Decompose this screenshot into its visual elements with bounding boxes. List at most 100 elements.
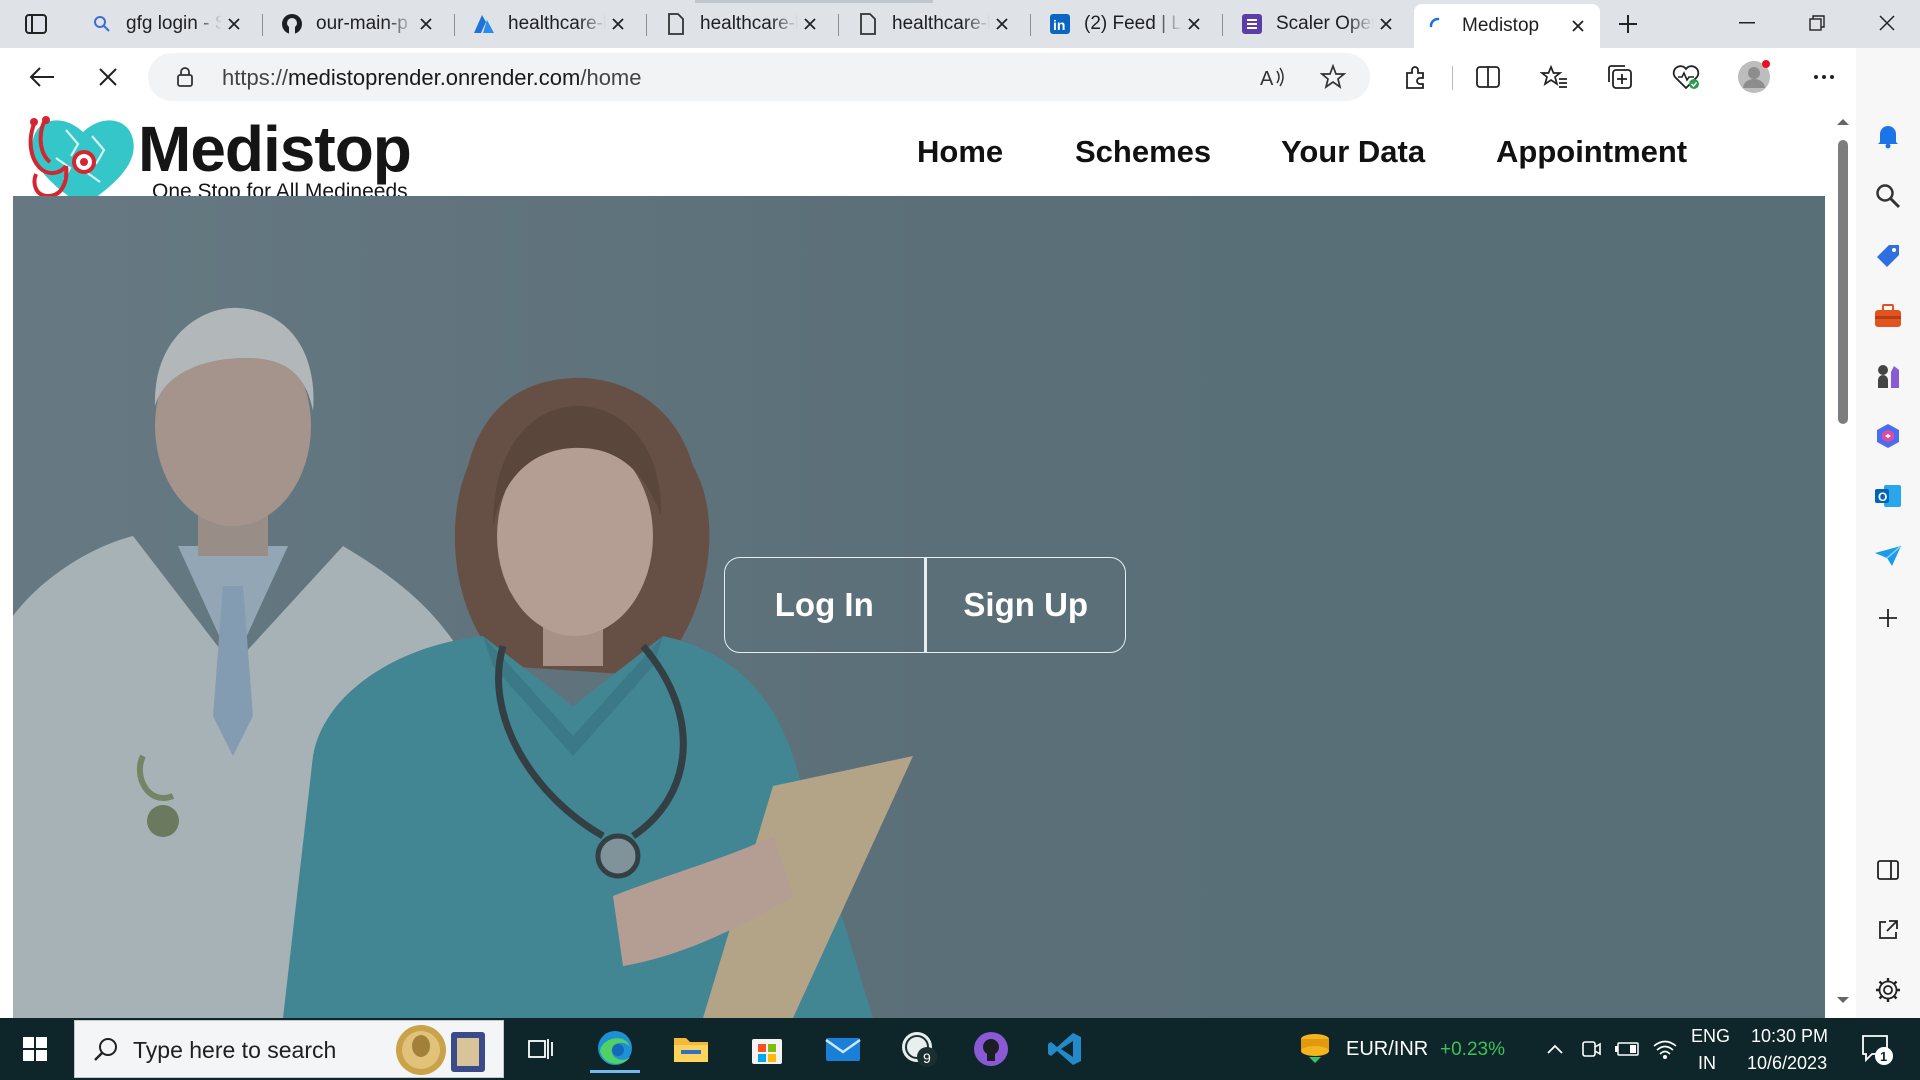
tab-divider bbox=[646, 14, 647, 36]
notification-center-icon[interactable]: 1 bbox=[1852, 1025, 1902, 1073]
nav-your-data[interactable]: Your Data bbox=[1281, 134, 1425, 170]
scroll-up-icon[interactable] bbox=[1830, 112, 1856, 132]
scroll-down-icon[interactable] bbox=[1830, 990, 1856, 1010]
tab-title: (2) Feed | Li bbox=[1084, 13, 1182, 34]
notification-count: 1 bbox=[1880, 1049, 1887, 1064]
back-icon[interactable] bbox=[22, 57, 62, 97]
shopping-tag-icon[interactable] bbox=[1870, 238, 1906, 274]
currency-pair[interactable]: EUR/INR bbox=[1346, 1038, 1428, 1061]
file-explorer-icon[interactable] bbox=[666, 1025, 716, 1073]
tab-loading-indicator bbox=[695, 0, 933, 3]
open-external-icon[interactable] bbox=[1870, 912, 1906, 948]
browser-essentials-icon[interactable] bbox=[1666, 57, 1706, 97]
taskbar-search-box[interactable]: Type here to search bbox=[74, 1020, 504, 1078]
medistop-logo[interactable]: Medistop One Stop for All Medineeds bbox=[26, 110, 456, 210]
windows-taskbar: Type here to search 9 EUR/INR +0.23% ENG… bbox=[0, 1018, 1920, 1080]
sidebar-settings-gear-icon[interactable] bbox=[1870, 972, 1906, 1008]
notification-bell-icon[interactable] bbox=[1870, 118, 1906, 154]
url-path: /home bbox=[580, 65, 642, 90]
close-tab-icon[interactable] bbox=[414, 12, 438, 36]
wifi-icon[interactable] bbox=[1640, 1025, 1690, 1073]
tab-linkedin[interactable]: in (2) Feed | Li bbox=[1036, 4, 1216, 44]
microsoft-store-icon[interactable] bbox=[742, 1025, 792, 1073]
tab-healthcare-doc-2[interactable]: healthcare-l bbox=[844, 4, 1024, 44]
page-viewport: Medistop One Stop for All Medineeds Home… bbox=[0, 106, 1856, 1018]
drop-send-icon[interactable] bbox=[1870, 538, 1906, 574]
tab-divider bbox=[838, 14, 839, 36]
search-icon bbox=[90, 12, 114, 36]
mail-icon[interactable] bbox=[818, 1025, 868, 1073]
tab-divider bbox=[1030, 14, 1031, 36]
tab-scaler[interactable]: Scaler Oper bbox=[1228, 4, 1408, 44]
site-navbar: Medistop One Stop for All Medineeds Home… bbox=[0, 106, 1830, 206]
extensions-icon[interactable] bbox=[1396, 57, 1436, 97]
tab-title: healthcare-l bbox=[508, 13, 606, 34]
clock-time[interactable]: 10:30 PM bbox=[1751, 1026, 1828, 1047]
scrollbar-thumb[interactable] bbox=[1838, 140, 1848, 424]
collections-icon[interactable] bbox=[1600, 57, 1640, 97]
stop-loading-icon[interactable] bbox=[88, 57, 128, 97]
nav-schemes[interactable]: Schemes bbox=[1075, 134, 1211, 170]
new-tab-icon[interactable] bbox=[1606, 6, 1650, 42]
tab-actions-icon[interactable] bbox=[14, 6, 58, 42]
azure-icon bbox=[472, 12, 496, 36]
page-icon bbox=[664, 12, 688, 36]
close-tab-icon[interactable] bbox=[606, 12, 630, 36]
tab-healthcare-azure[interactable]: healthcare-l bbox=[460, 4, 640, 44]
nav-home[interactable]: Home bbox=[917, 134, 1003, 170]
login-button[interactable]: Log In bbox=[725, 558, 924, 652]
loading-spinner-icon bbox=[1426, 14, 1450, 38]
url-host: medistoprender.onrender.com bbox=[288, 65, 581, 90]
close-tab-icon[interactable] bbox=[798, 12, 822, 36]
auth-button-group: Log In Sign Up bbox=[724, 557, 1126, 653]
signup-button[interactable]: Sign Up bbox=[923, 558, 1126, 652]
input-region: IN bbox=[1698, 1053, 1716, 1073]
favorites-icon[interactable] bbox=[1534, 57, 1574, 97]
vscode-icon[interactable] bbox=[1040, 1025, 1090, 1073]
url-text[interactable]: https://medistoprender.onrender.com/home bbox=[222, 65, 642, 91]
read-aloud-icon[interactable]: A bbox=[1260, 65, 1286, 94]
task-view-icon[interactable] bbox=[516, 1025, 566, 1073]
close-tab-icon[interactable] bbox=[222, 12, 246, 36]
close-window-icon[interactable] bbox=[1852, 0, 1920, 46]
nav-appointment[interactable]: Appointment bbox=[1496, 134, 1687, 170]
tab-github[interactable]: our-main-p bbox=[268, 4, 448, 44]
page-scrollbar[interactable] bbox=[1830, 106, 1856, 1018]
tab-title: Medistop bbox=[1462, 15, 1540, 36]
whatsapp-icon[interactable]: 9 bbox=[894, 1025, 944, 1073]
microsoft-365-icon[interactable] bbox=[1870, 418, 1906, 454]
split-screen-icon[interactable] bbox=[1468, 57, 1508, 97]
restore-icon[interactable] bbox=[1782, 0, 1852, 46]
github-icon bbox=[280, 12, 304, 36]
tab-divider bbox=[262, 14, 263, 36]
hide-sidebar-icon[interactable] bbox=[1870, 852, 1906, 888]
whatsapp-badge: 9 bbox=[923, 1050, 931, 1066]
more-options-icon[interactable] bbox=[1804, 57, 1844, 97]
currency-coins-icon bbox=[1290, 1025, 1340, 1073]
input-language[interactable]: ENG bbox=[1691, 1026, 1730, 1047]
page-icon bbox=[856, 12, 880, 36]
close-tab-icon[interactable] bbox=[1182, 12, 1206, 36]
browser-tab-bar: gfg login - S our-main-p healthcare-l he… bbox=[0, 0, 1920, 48]
minimize-icon[interactable] bbox=[1712, 0, 1782, 46]
profile-avatar-icon[interactable] bbox=[1734, 57, 1774, 97]
svg-text:A: A bbox=[1260, 68, 1274, 89]
favorite-star-icon[interactable] bbox=[1319, 63, 1347, 95]
close-tab-icon[interactable] bbox=[1374, 12, 1398, 36]
close-tab-icon[interactable] bbox=[990, 12, 1014, 36]
games-chess-icon[interactable] bbox=[1870, 358, 1906, 394]
sidebar-search-icon[interactable] bbox=[1870, 178, 1906, 214]
github-desktop-icon[interactable] bbox=[966, 1025, 1016, 1073]
address-bar[interactable]: https://medistoprender.onrender.com/home… bbox=[148, 53, 1370, 101]
taskbar-edge-icon[interactable] bbox=[590, 1025, 640, 1073]
outlook-icon[interactable]: O bbox=[1870, 478, 1906, 514]
windows-start-icon[interactable] bbox=[10, 1025, 60, 1073]
browser-toolbar: https://medistoprender.onrender.com/home… bbox=[0, 48, 1920, 106]
tools-briefcase-icon[interactable] bbox=[1870, 298, 1906, 334]
close-tab-icon[interactable] bbox=[1566, 14, 1590, 38]
tab-gfg-login[interactable]: gfg login - S bbox=[78, 4, 256, 44]
tab-healthcare-doc-1[interactable]: healthcare-l bbox=[652, 4, 832, 44]
tab-medistop-active[interactable]: Medistop bbox=[1414, 4, 1600, 48]
add-sidebar-app-icon[interactable] bbox=[1870, 600, 1906, 636]
lock-icon[interactable] bbox=[176, 66, 194, 93]
